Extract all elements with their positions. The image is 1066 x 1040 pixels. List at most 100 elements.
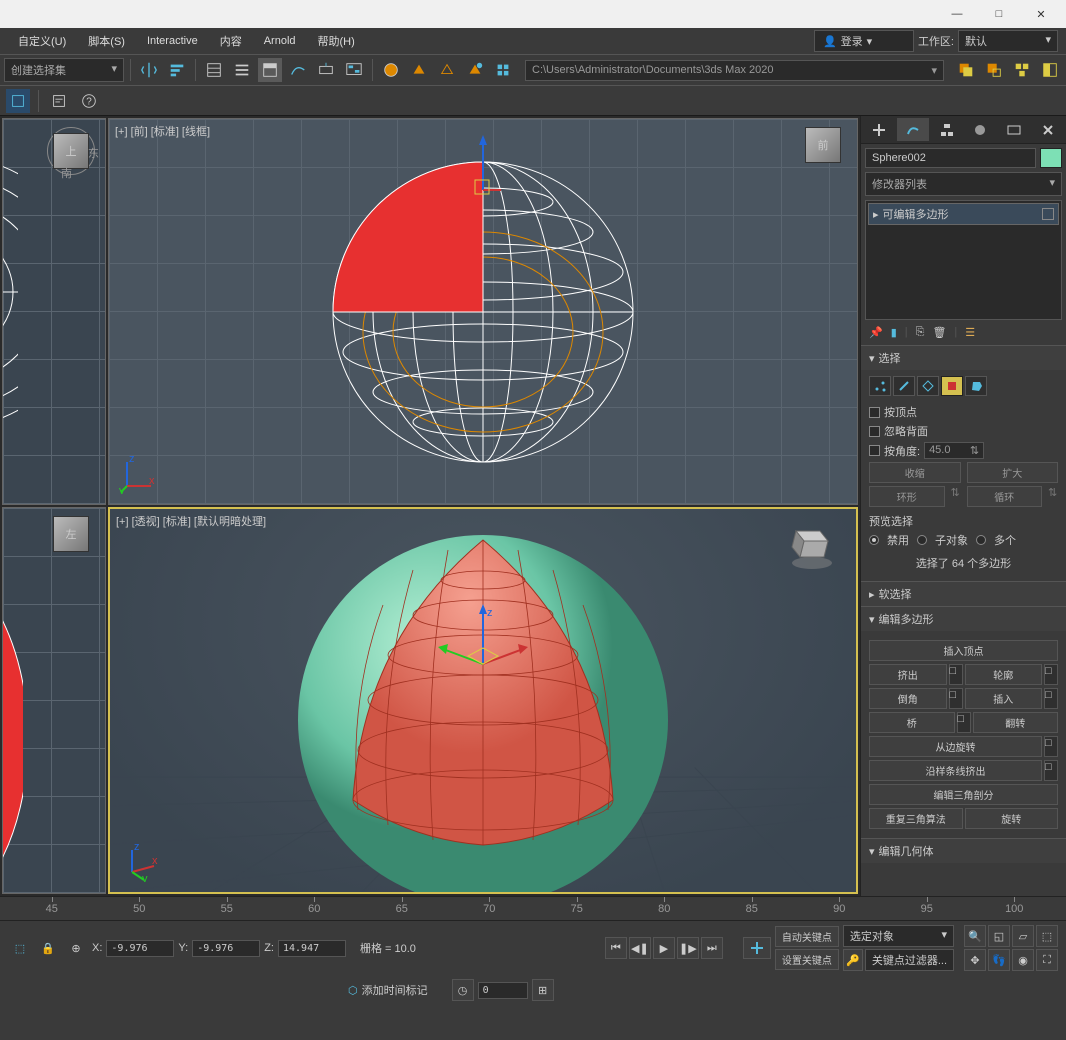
subobj-element[interactable] bbox=[965, 376, 987, 396]
edit-tri-button[interactable]: 编辑三角剖分 bbox=[869, 784, 1058, 805]
time-snap-icon[interactable]: ⊞ bbox=[532, 979, 554, 1001]
motion-panel-icon[interactable] bbox=[1038, 58, 1062, 82]
render-frame-icon[interactable] bbox=[435, 58, 459, 82]
modifier-toggle[interactable] bbox=[1042, 208, 1054, 220]
subobj-border[interactable] bbox=[917, 376, 939, 396]
add-time-tag-label[interactable]: 添加时间标记 bbox=[362, 982, 428, 998]
selection-set-dropdown[interactable]: 创建选择集▾ bbox=[4, 58, 124, 82]
inset-button[interactable]: 插入 bbox=[965, 688, 1043, 709]
select-filter-icon[interactable] bbox=[6, 89, 30, 113]
subobj-vertex[interactable] bbox=[869, 376, 891, 396]
render-setup-icon[interactable] bbox=[407, 58, 431, 82]
retriangulate-button[interactable]: 重复三角算法 bbox=[869, 808, 963, 829]
zoom-icon[interactable]: 🔍 bbox=[964, 925, 986, 947]
flip-button[interactable]: 翻转 bbox=[973, 712, 1059, 733]
curve-editor-icon[interactable] bbox=[286, 58, 310, 82]
subobj-edge[interactable] bbox=[893, 376, 915, 396]
tab-utilities[interactable] bbox=[1032, 118, 1064, 141]
ring-button[interactable]: 环形 bbox=[869, 486, 945, 507]
viewport-persp-label[interactable]: [+] [透视] [标准] [默认明暗处理] bbox=[116, 513, 266, 529]
pan-icon[interactable]: ✥ bbox=[964, 949, 986, 971]
make-unique-icon[interactable]: ⎘ bbox=[916, 326, 925, 339]
y-coord-input[interactable] bbox=[192, 940, 260, 957]
subobj-polygon[interactable] bbox=[941, 376, 963, 396]
object-color-swatch[interactable] bbox=[1040, 148, 1062, 168]
set-key-button[interactable]: 设置关键点 bbox=[775, 949, 839, 970]
menu-interactive[interactable]: Interactive bbox=[137, 32, 208, 50]
material-editor-icon[interactable] bbox=[379, 58, 403, 82]
viewport-front[interactable]: [+] [前] [标准] [线框] bbox=[108, 118, 858, 505]
viewport-top[interactable]: 上 东 南 bbox=[2, 118, 106, 505]
orbit-icon[interactable]: ◉ bbox=[1012, 949, 1034, 971]
extrude-button[interactable]: 挤出 bbox=[869, 664, 947, 685]
auto-key-button[interactable]: 自动关键点 bbox=[775, 926, 839, 947]
bridge-settings[interactable]: □ bbox=[957, 712, 971, 733]
bevel-settings[interactable]: □ bbox=[949, 688, 963, 709]
modify-panel-icon[interactable] bbox=[982, 58, 1006, 82]
expand-icon[interactable]: ▸ bbox=[873, 208, 879, 221]
schematic-view-icon[interactable] bbox=[342, 58, 366, 82]
tab-display[interactable] bbox=[998, 118, 1030, 141]
help-icon[interactable]: ? bbox=[77, 89, 101, 113]
grow-button[interactable]: 扩大 bbox=[967, 462, 1059, 483]
insert-vertex-button[interactable]: 插入顶点 bbox=[869, 640, 1058, 661]
time-config-icon[interactable]: ◷ bbox=[452, 979, 474, 1001]
tab-motion[interactable] bbox=[964, 118, 996, 141]
lock-icon[interactable]: 🔒 bbox=[36, 936, 60, 960]
listener-icon[interactable] bbox=[47, 89, 71, 113]
align-icon[interactable] bbox=[165, 58, 189, 82]
zoom-extents-icon[interactable]: ⬚ bbox=[1036, 925, 1058, 947]
create-panel-icon[interactable] bbox=[954, 58, 978, 82]
viewport-left[interactable]: 左 bbox=[2, 507, 106, 894]
rollout-soft-selection-header[interactable]: ▸ 软选择 bbox=[861, 582, 1066, 606]
hierarchy-panel-icon[interactable] bbox=[1010, 58, 1034, 82]
transform-type-icon[interactable]: ⊕ bbox=[64, 936, 88, 960]
shrink-button[interactable]: 收缩 bbox=[869, 462, 961, 483]
maximize-button[interactable]: □ bbox=[978, 2, 1020, 26]
tab-modify[interactable] bbox=[897, 118, 929, 141]
angle-input[interactable]: 45.0⇅ bbox=[924, 442, 984, 459]
viewcube-left[interactable]: 左 bbox=[47, 516, 95, 564]
modifier-stack[interactable]: ▸ 可编辑多边形 bbox=[865, 200, 1062, 320]
extrude-settings[interactable]: □ bbox=[949, 664, 963, 685]
zoom-all-icon[interactable]: ◱ bbox=[988, 925, 1010, 947]
timeline[interactable]: 45 50 55 60 65 70 75 80 85 90 95 100 bbox=[0, 896, 1066, 920]
extrude-spline-settings[interactable]: □ bbox=[1044, 760, 1058, 781]
slate-material-icon[interactable] bbox=[491, 58, 515, 82]
rollout-selection-header[interactable]: ▾ 选择 bbox=[861, 346, 1066, 370]
login-button[interactable]: 👤 登录 ▾ bbox=[814, 30, 914, 52]
cubemap-icon[interactable]: ⬡ bbox=[348, 984, 358, 997]
layer-explorer-icon[interactable] bbox=[230, 58, 254, 82]
goto-start-button[interactable]: ⏮ bbox=[605, 937, 627, 959]
close-button[interactable]: ✕ bbox=[1020, 2, 1062, 26]
menu-customize[interactable]: 自定义(U) bbox=[8, 30, 76, 52]
preview-disabled-radio[interactable] bbox=[869, 535, 879, 545]
rollout-edit-geometry-header[interactable]: ▾ 编辑几何体 bbox=[861, 839, 1066, 863]
mirror-icon[interactable] bbox=[137, 58, 161, 82]
bevel-button[interactable]: 倒角 bbox=[869, 688, 947, 709]
by-vertex-checkbox[interactable] bbox=[869, 407, 880, 418]
menu-help[interactable]: 帮助(H) bbox=[308, 30, 365, 52]
show-end-result-icon[interactable]: ▮ bbox=[891, 326, 897, 339]
menu-content[interactable]: 内容 bbox=[210, 30, 252, 52]
gizmo-perspective[interactable]: z bbox=[423, 594, 543, 684]
project-path-dropdown[interactable]: C:\Users\Administrator\Documents\3ds Max… bbox=[525, 60, 944, 81]
viewcube-front[interactable]: 前 bbox=[799, 127, 847, 175]
x-coord-input[interactable] bbox=[106, 940, 174, 957]
by-angle-checkbox[interactable] bbox=[869, 445, 880, 456]
viewcube-top[interactable]: 上 东 南 bbox=[47, 127, 95, 175]
gizmo-front[interactable] bbox=[463, 135, 503, 195]
fov-icon[interactable]: ▱ bbox=[1012, 925, 1034, 947]
outline-settings[interactable]: □ bbox=[1044, 664, 1058, 685]
ignore-backfacing-checkbox[interactable] bbox=[869, 426, 880, 437]
rollout-edit-polygons-header[interactable]: ▾ 编辑多边形 bbox=[861, 607, 1066, 631]
inset-settings[interactable]: □ bbox=[1044, 688, 1058, 709]
configure-sets-icon[interactable]: ☰ bbox=[965, 326, 975, 339]
preview-subobj-radio[interactable] bbox=[917, 535, 927, 545]
viewport-front-label[interactable]: [+] [前] [标准] [线框] bbox=[115, 123, 210, 139]
toggle-ribbon-icon[interactable] bbox=[258, 58, 282, 82]
selection-lock-icon[interactable]: ⬚ bbox=[8, 936, 32, 960]
goto-end-button[interactable]: ⏭ bbox=[701, 937, 723, 959]
object-name-input[interactable] bbox=[865, 148, 1036, 168]
z-coord-input[interactable] bbox=[278, 940, 346, 957]
